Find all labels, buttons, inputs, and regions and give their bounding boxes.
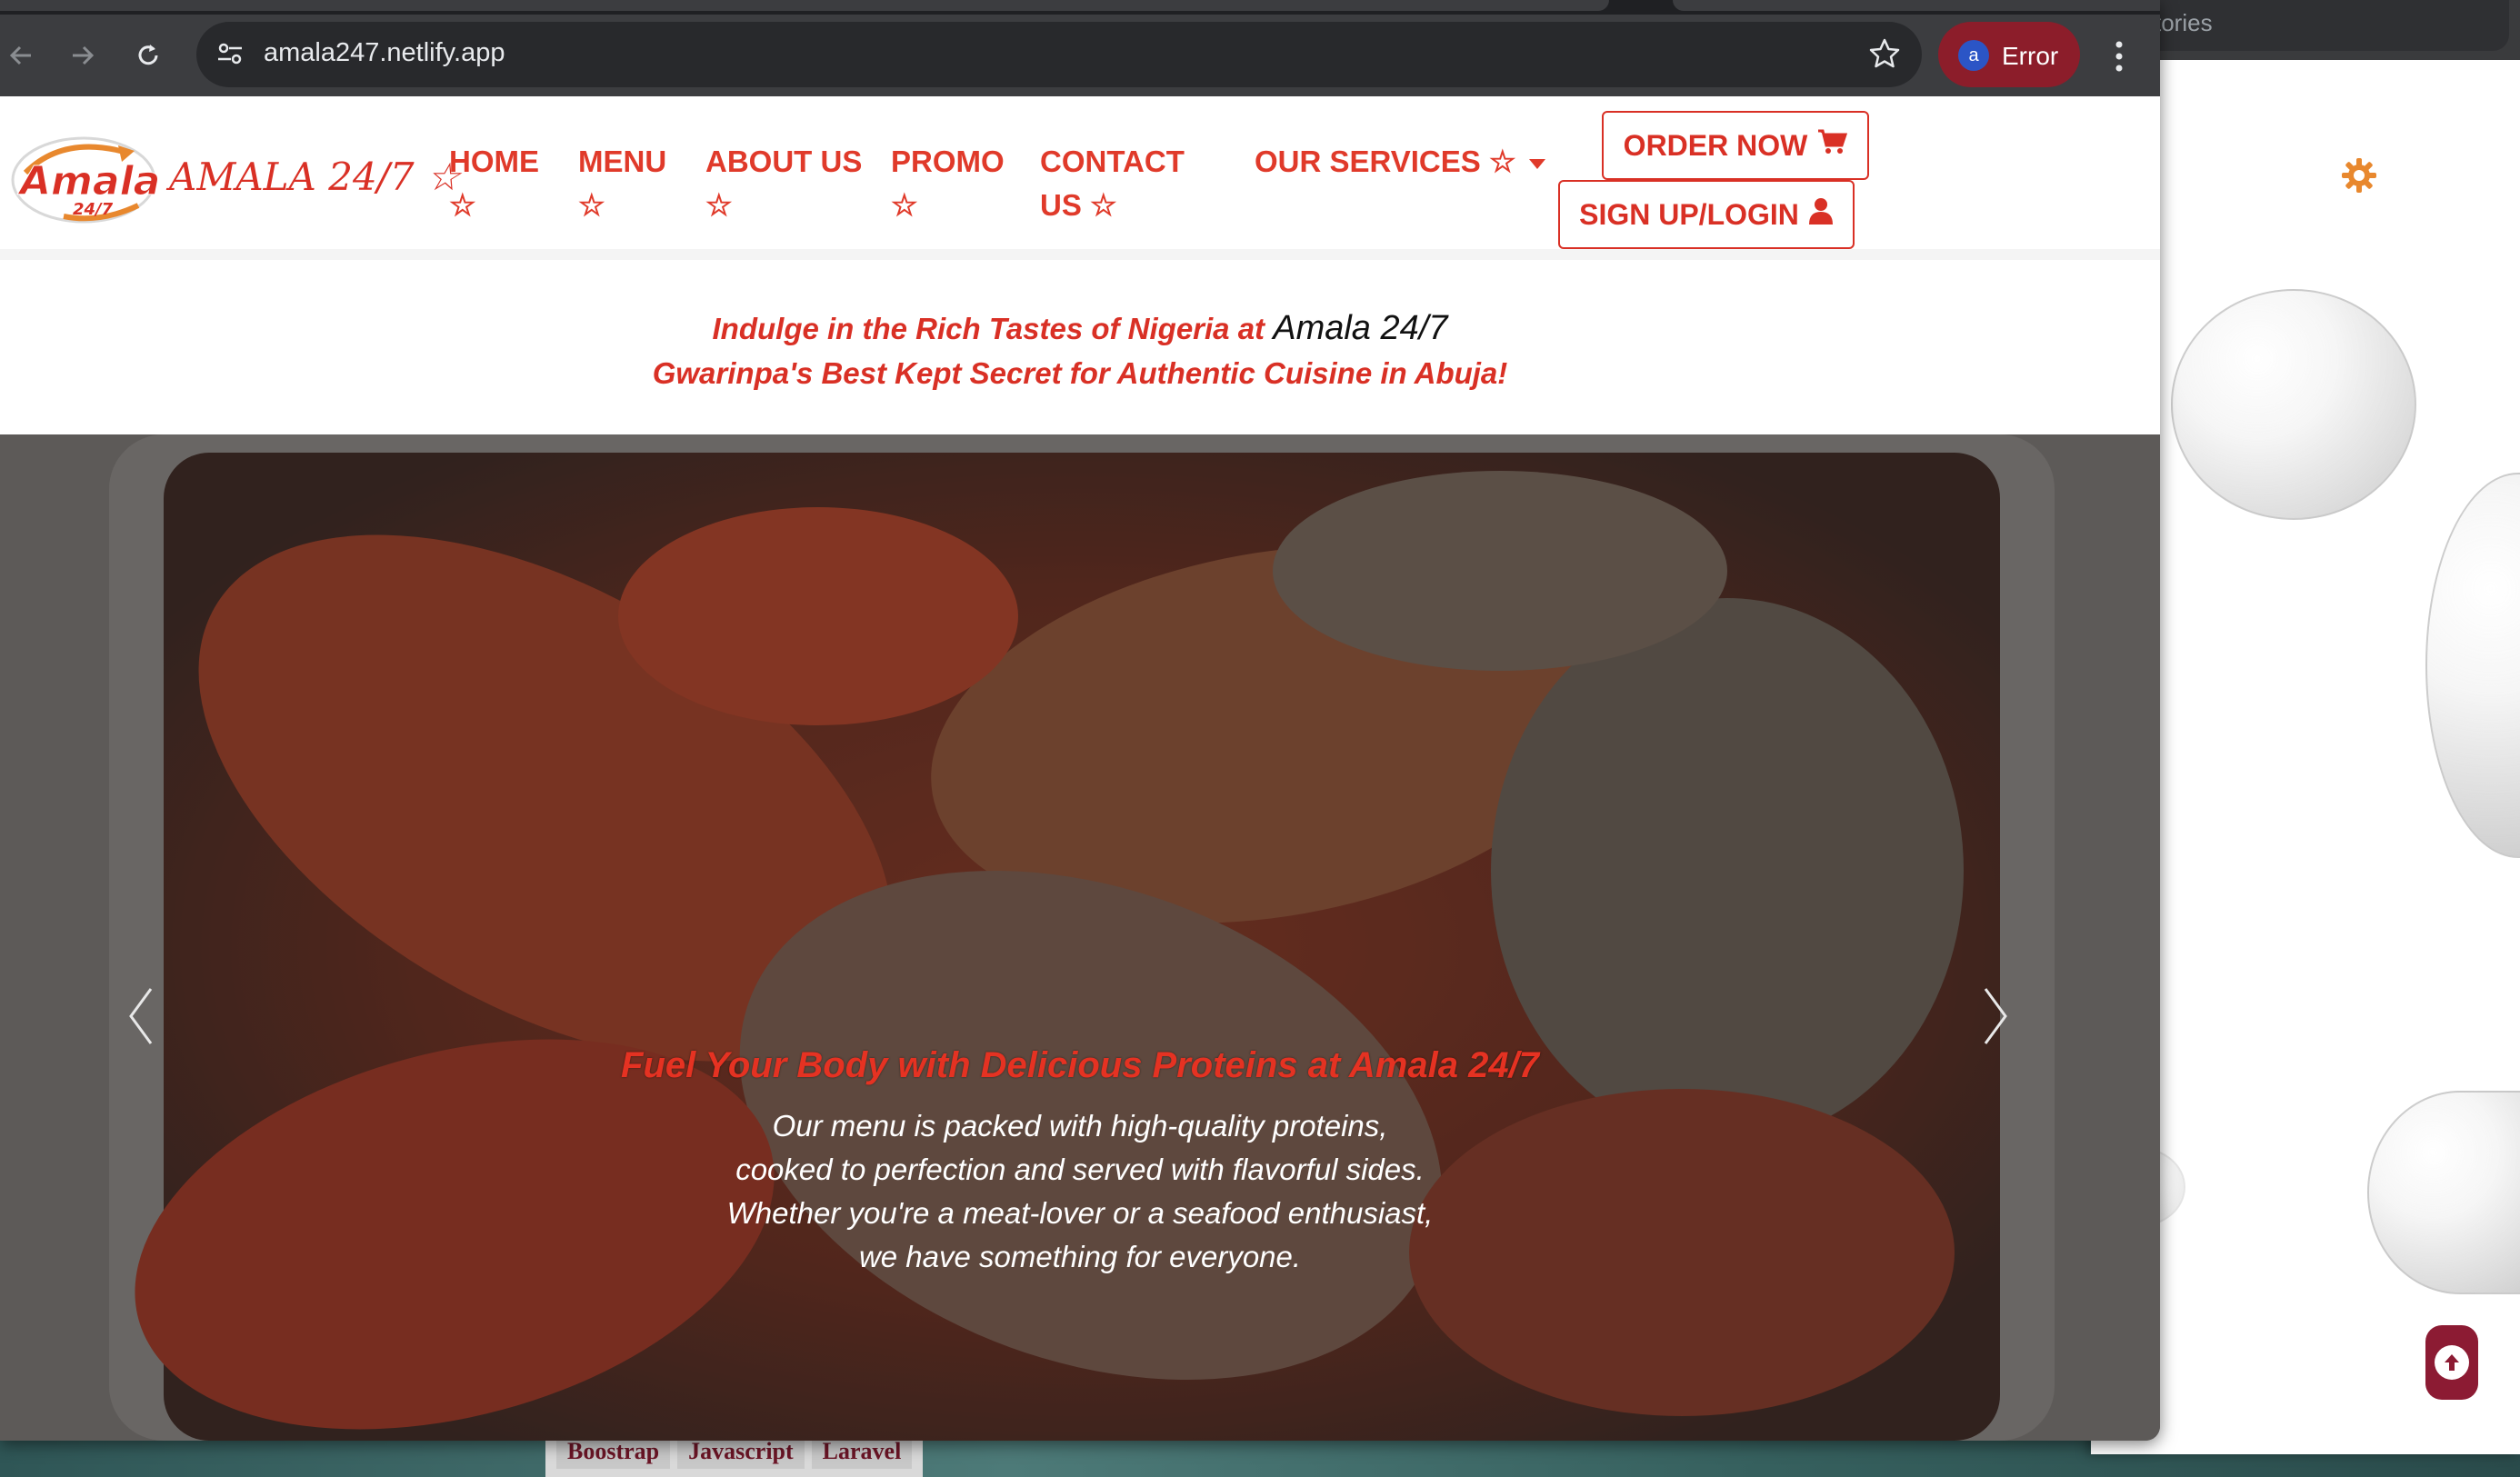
nav-promo[interactable]: PROMO ☆ xyxy=(891,140,1005,227)
inactive-tab[interactable] xyxy=(1673,0,2160,11)
scroll-to-top-button[interactable] xyxy=(2425,1325,2478,1400)
tagline-brand: Amala 24/7 xyxy=(1273,309,1448,347)
nav-menu-label: MENU xyxy=(578,145,667,178)
url-text[interactable]: amala247.netlify.app xyxy=(264,38,505,68)
tagline-line-2: Gwarinpa's Best Kept Secret for Authenti… xyxy=(652,356,1508,390)
profile-status: Error xyxy=(2002,42,2059,70)
caption-line: Whether you're a meat-lover or a seafood… xyxy=(726,1196,1434,1230)
profile-button[interactable]: a Error xyxy=(1938,22,2080,87)
tab-strip xyxy=(0,0,2160,15)
site-logo[interactable]: Amala 24/7 xyxy=(9,125,161,232)
carousel-caption: Fuel Your Body with Delicious Proteins a… xyxy=(0,1045,2160,1279)
arrow-up-circle-icon xyxy=(2435,1345,2469,1380)
browser-toolbar: amala247.netlify.app a Error xyxy=(0,15,2160,96)
nav-home[interactable]: HOME ☆ xyxy=(449,140,539,227)
gear-icon[interactable] xyxy=(2340,156,2378,195)
active-tab[interactable] xyxy=(0,0,1609,11)
user-icon xyxy=(1808,197,1834,232)
bookmark-star-icon[interactable] xyxy=(1867,36,1902,75)
cart-icon xyxy=(1816,128,1848,163)
sign-up-login-button[interactable]: SIGN UP/LOGIN xyxy=(1558,180,1855,249)
hero-overlay xyxy=(0,434,2160,1441)
nav-home-star: ☆ xyxy=(449,188,476,222)
more-menu-icon[interactable] xyxy=(2105,38,2133,75)
nav-promo-label: PROMO xyxy=(891,145,1005,178)
decorative-bubble xyxy=(2425,473,2520,858)
nav-our-services-dropdown[interactable]: OUR SERVICES ☆ xyxy=(1255,140,1545,184)
site-navbar: Amala 24/7 AMALA 24/7 ☆ HOME ☆ MENU ☆ AB… xyxy=(0,96,2160,260)
avatar: a xyxy=(1958,40,1989,71)
nav-menu-star: ☆ xyxy=(578,188,605,222)
caption-line: we have something for everyone. xyxy=(858,1240,1302,1273)
order-now-label: ORDER NOW xyxy=(1623,128,1808,162)
nav-about-label: ABOUT US xyxy=(705,145,863,178)
tagline-section: Indulge in the Rich Tastes of Nigeria at… xyxy=(0,260,2160,434)
nav-contact-us[interactable]: CONTACT US ☆ xyxy=(1040,140,1185,227)
svg-text:24/7: 24/7 xyxy=(73,200,114,219)
nav-contact-line2: US ☆ xyxy=(1040,188,1117,222)
sign-up-login-label: SIGN UP/LOGIN xyxy=(1579,197,1799,231)
brand-name[interactable]: AMALA 24/7 ☆ xyxy=(169,155,461,199)
caption-line: cooked to perfection and served with fla… xyxy=(735,1153,1425,1186)
background-tab-text: tories xyxy=(2155,9,2213,36)
forward-icon[interactable] xyxy=(62,35,104,76)
reload-icon[interactable] xyxy=(127,35,169,76)
nav-promo-star: ☆ xyxy=(891,188,918,222)
nav-contact-label: CONTACT xyxy=(1040,145,1185,178)
nav-about-star: ☆ xyxy=(705,188,733,222)
caption-line: Our menu is packed with high-quality pro… xyxy=(772,1109,1388,1143)
nav-services-label: OUR SERVICES ☆ xyxy=(1255,145,1516,178)
site-settings-icon[interactable] xyxy=(215,38,245,74)
back-icon[interactable] xyxy=(0,35,42,76)
nav-about-us[interactable]: ABOUT US ☆ xyxy=(705,140,862,227)
order-now-button[interactable]: ORDER NOW xyxy=(1602,111,1869,180)
svg-text:Amala: Amala xyxy=(17,158,158,205)
browser-window: amala247.netlify.app a Error Amala 24/7 … xyxy=(0,0,2160,1441)
caption-body: Our menu is packed with high-quality pro… xyxy=(0,1104,2160,1279)
caret-down-icon xyxy=(1528,158,1545,169)
decorative-bubble xyxy=(2367,1091,2520,1294)
nav-menu[interactable]: MENU ☆ xyxy=(578,140,666,227)
carousel-prev-icon[interactable] xyxy=(118,980,164,1053)
decorative-bubble xyxy=(2171,289,2416,520)
hero-carousel: Fuel Your Body with Delicious Proteins a… xyxy=(0,434,2160,1441)
tagline-line-1: Indulge in the Rich Tastes of Nigeria at… xyxy=(0,309,2160,348)
tagline-prefix: Indulge in the Rich Tastes of Nigeria at xyxy=(712,312,1274,345)
nav-home-label: HOME xyxy=(449,145,539,178)
address-bar[interactable]: amala247.netlify.app xyxy=(196,22,1922,87)
carousel-next-icon[interactable] xyxy=(1973,980,2018,1053)
caption-title: Fuel Your Body with Delicious Proteins a… xyxy=(621,1045,1539,1085)
